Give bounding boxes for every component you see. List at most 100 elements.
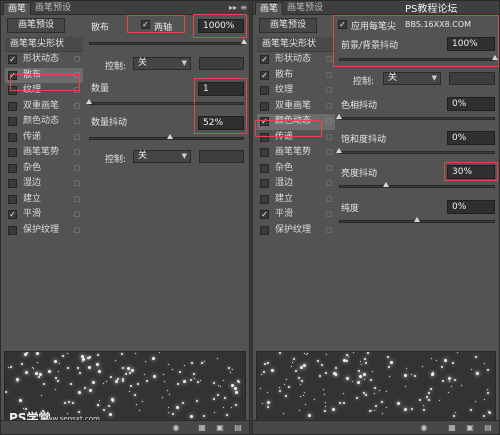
lock-icon[interactable]: ▢ <box>73 195 81 204</box>
sidebar-item[interactable]: 杂色 ▢ <box>257 161 335 177</box>
tab-brush[interactable]: 画笔 <box>3 2 32 15</box>
tab-brush-presets[interactable]: 画笔预设 <box>31 2 75 15</box>
sidebar-item-checkbox[interactable] <box>8 225 17 235</box>
lock-icon[interactable]: ▢ <box>325 71 333 80</box>
sidebar-item-checkbox[interactable]: ✓ <box>260 210 269 219</box>
lock-icon[interactable]: ▢ <box>325 226 333 235</box>
sidebar-item-checkbox[interactable] <box>260 132 269 142</box>
lock-icon[interactable]: ▢ <box>325 210 333 219</box>
hue-jitter-slider[interactable] <box>339 117 495 120</box>
lock-icon[interactable]: ▢ <box>73 148 81 157</box>
sidebar-item[interactable]: 湿边 ▢ <box>257 176 335 192</box>
new-preset-icon[interactable]: ▣ <box>215 423 225 432</box>
count-slider-thumb[interactable] <box>86 99 92 104</box>
sidebar-item[interactable]: 传递 ▢ <box>5 130 83 146</box>
sidebar-item[interactable]: 画笔笔势 ▢ <box>257 145 335 161</box>
sidebar-item[interactable]: 建立 ▢ <box>257 192 335 208</box>
sidebar-item-checkbox[interactable] <box>8 179 17 188</box>
saturation-jitter-slider-thumb[interactable] <box>336 148 342 153</box>
brush-tip-shape-item[interactable]: 画笔笔尖形状 <box>5 37 83 52</box>
brightness-jitter-slider-thumb[interactable] <box>382 182 389 187</box>
sidebar-item-checkbox[interactable]: ✓ <box>8 55 17 64</box>
sidebar-item-checkbox[interactable] <box>260 225 269 235</box>
grid-icon[interactable]: ▦ <box>197 423 207 432</box>
lock-icon[interactable]: ▢ <box>73 179 81 188</box>
brush-presets-button[interactable]: 画笔预设 <box>7 18 65 33</box>
sidebar-item[interactable]: 传递 ▢ <box>257 130 335 146</box>
sidebar-item[interactable]: 纹理 ▢ <box>257 83 335 99</box>
sidebar-item[interactable]: 建立 ▢ <box>5 192 83 208</box>
lock-icon[interactable]: ▢ <box>325 164 333 173</box>
scatter-value-field[interactable]: 1000% <box>198 19 244 33</box>
scatter-slider-thumb[interactable] <box>241 39 247 44</box>
brush-presets-button[interactable]: 画笔预设 <box>259 18 317 33</box>
lock-icon[interactable]: ▢ <box>73 86 81 95</box>
fg-bg-jitter-value-field[interactable]: 100% <box>447 37 495 51</box>
apply-per-tip-checkbox[interactable]: ✓ <box>338 20 347 29</box>
hue-jitter-value-field[interactable]: 0% <box>447 97 495 111</box>
trash-icon[interactable]: ▤ <box>233 423 243 432</box>
trash-icon[interactable]: ▤ <box>483 423 493 432</box>
grid-icon[interactable]: ▦ <box>447 423 457 432</box>
sidebar-item[interactable]: ✓ 散布 ▢ <box>257 68 335 84</box>
sidebar-item-checkbox[interactable]: ✓ <box>260 55 269 64</box>
sidebar-item-checkbox[interactable] <box>8 132 17 142</box>
sidebar-item-checkbox[interactable] <box>260 194 269 204</box>
sidebar-item[interactable]: 保护纹理 ▢ <box>5 223 83 239</box>
fg-bg-jitter-slider-thumb[interactable] <box>492 55 498 60</box>
lock-icon[interactable]: ▢ <box>325 102 333 111</box>
lock-icon[interactable]: ▢ <box>325 117 333 126</box>
sidebar-item[interactable]: 颜色动态 ▢ <box>5 114 83 130</box>
sidebar-item-checkbox[interactable] <box>8 86 17 95</box>
lock-icon[interactable]: ▢ <box>73 164 81 173</box>
lock-icon[interactable]: ▢ <box>73 226 81 235</box>
control2-select[interactable]: 关 ▼ <box>133 150 191 163</box>
sidebar-item-checkbox[interactable]: ✓ <box>260 70 269 80</box>
sidebar-item[interactable]: ✓ 形状动态 ▢ <box>5 52 83 68</box>
lock-icon[interactable]: ▢ <box>73 102 81 111</box>
saturation-jitter-value-field[interactable]: 0% <box>447 131 495 145</box>
count-value-field[interactable]: 1 <box>198 82 244 96</box>
lock-icon[interactable]: ▢ <box>325 55 333 64</box>
count-slider[interactable] <box>89 102 244 105</box>
lock-icon[interactable]: ▢ <box>73 117 81 126</box>
brush-tip-shape-item[interactable]: 画笔笔尖形状 <box>257 37 335 52</box>
sidebar-item-checkbox[interactable] <box>260 101 269 111</box>
lock-icon[interactable]: ▢ <box>325 86 333 95</box>
panel-menu-icon[interactable]: ≡ <box>240 2 247 14</box>
sidebar-item[interactable]: ✓ 形状动态 ▢ <box>257 52 335 68</box>
both-axes-checkbox[interactable]: ✓ <box>141 20 150 29</box>
sidebar-item-checkbox[interactable]: ✓ <box>8 210 17 219</box>
sidebar-item-checkbox[interactable] <box>8 117 17 126</box>
tab-brush-presets[interactable]: 画笔预设 <box>283 2 327 15</box>
new-preset-icon[interactable]: ▣ <box>465 423 475 432</box>
sidebar-item[interactable]: 保护纹理 ▢ <box>257 223 335 239</box>
sidebar-item[interactable]: ✓ 颜色动态 ▢ <box>257 114 335 130</box>
lock-icon[interactable]: ▢ <box>73 71 81 80</box>
lock-icon[interactable]: ▢ <box>73 133 81 142</box>
brightness-jitter-value-field[interactable]: 30% <box>447 165 495 179</box>
purity-slider-thumb[interactable] <box>414 217 420 222</box>
sidebar-item-checkbox[interactable] <box>8 194 17 204</box>
count-jitter-slider-thumb[interactable] <box>166 134 173 139</box>
sidebar-item[interactable]: 纹理 ▢ <box>5 83 83 99</box>
sidebar-item[interactable]: 杂色 ▢ <box>5 161 83 177</box>
sidebar-item[interactable]: ✓ 平滑 ▢ <box>257 207 335 223</box>
sidebar-item-checkbox[interactable] <box>8 163 17 173</box>
scatter-slider[interactable] <box>89 42 244 45</box>
eye-toggle-icon[interactable]: ◉ <box>171 423 181 432</box>
eye-toggle-icon[interactable]: ◉ <box>419 423 429 432</box>
sidebar-item-checkbox[interactable]: ✓ <box>8 70 17 80</box>
fg-bg-jitter-slider[interactable] <box>339 58 495 61</box>
sidebar-item-checkbox[interactable] <box>8 101 17 111</box>
hue-jitter-slider-thumb[interactable] <box>336 114 342 119</box>
sidebar-item[interactable]: ✓ 散布 ▢ <box>5 67 83 83</box>
sidebar-item[interactable]: 画笔笔势 ▢ <box>5 145 83 161</box>
saturation-jitter-slider[interactable] <box>339 151 495 154</box>
lock-icon[interactable]: ▢ <box>325 195 333 204</box>
control-select[interactable]: 关 ▼ <box>383 72 441 85</box>
lock-icon[interactable]: ▢ <box>325 179 333 188</box>
control-select[interactable]: 关 ▼ <box>133 57 191 70</box>
sidebar-item-checkbox[interactable] <box>260 163 269 173</box>
count-jitter-value-field[interactable]: 52% <box>198 116 244 130</box>
